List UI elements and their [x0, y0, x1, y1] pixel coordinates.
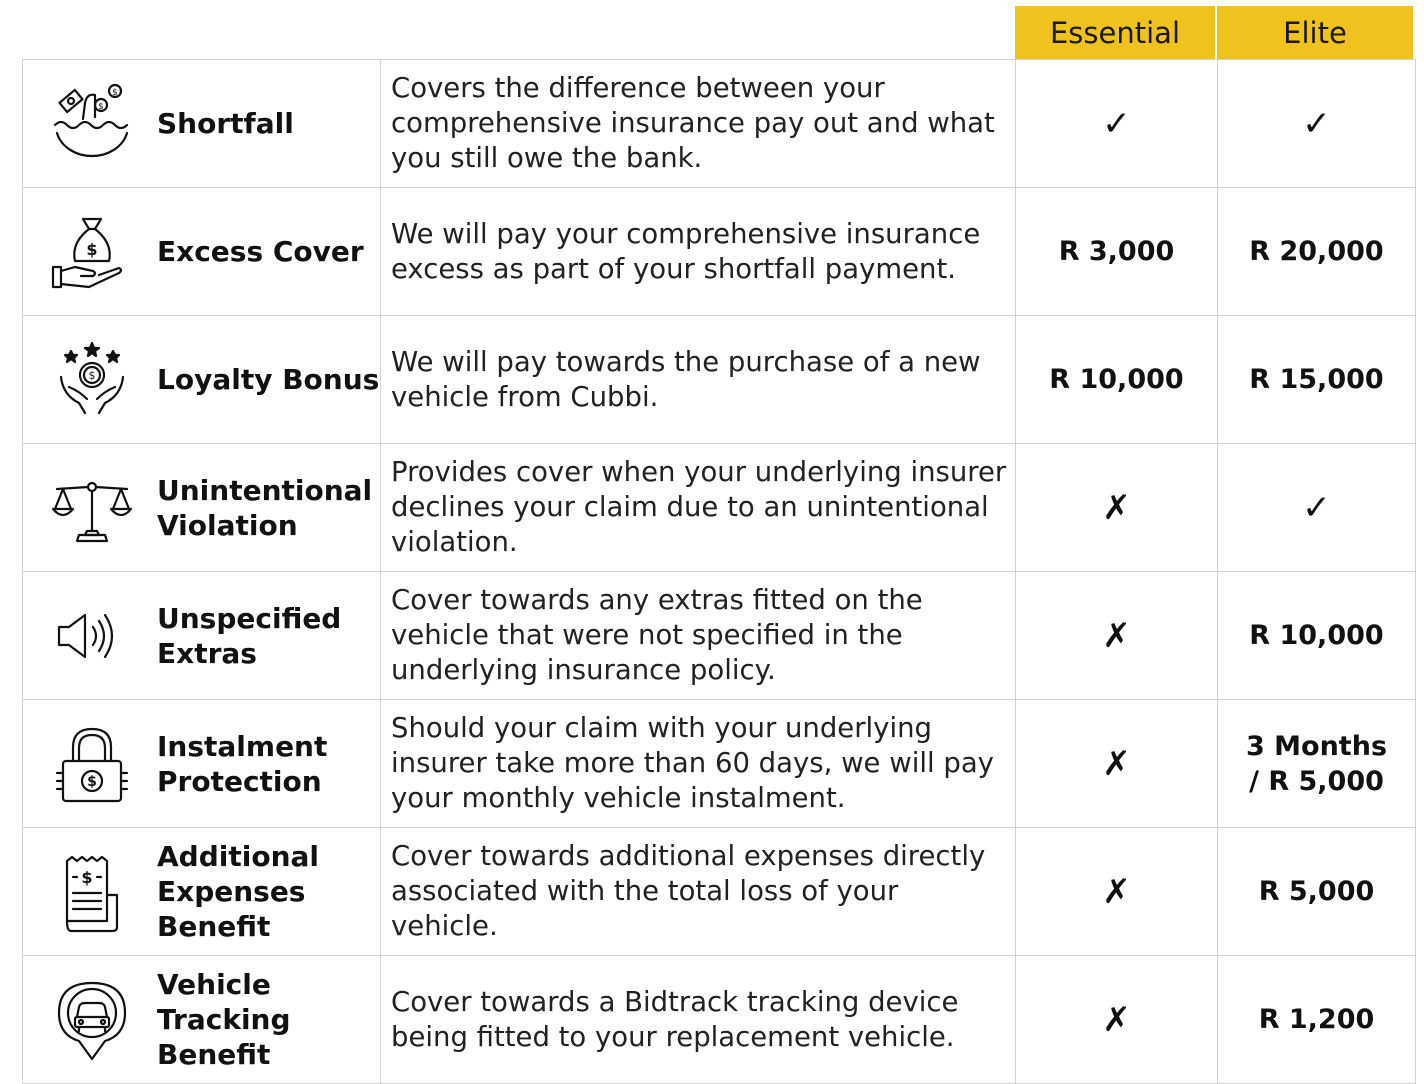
table-row: $ Additional Expenses Benefit Cover towa… — [22, 827, 1416, 956]
table-row: Unspecified Extras Cover towards any ext… — [22, 571, 1416, 700]
receipt-icon: $ — [49, 849, 135, 935]
hand-money-bag-icon: $ — [49, 209, 135, 295]
elite-value: R 5,000 — [1258, 876, 1375, 907]
feature-name: Loyalty Bonus — [157, 363, 380, 396]
elite-value: R 10,000 — [1249, 620, 1384, 651]
feature-name: Shortfall — [157, 107, 294, 140]
svg-text:$: $ — [86, 240, 97, 259]
feature-name: Instalment Protection — [157, 729, 328, 798]
svg-text:$: $ — [98, 102, 104, 112]
svg-text:$: $ — [112, 88, 118, 98]
feature-name: Unspecified Extras — [157, 601, 342, 670]
feature-description: Cover towards additional expenses direct… — [391, 840, 986, 942]
table-row: Vehicle Tracking Benefit Cover towards a… — [22, 955, 1416, 1084]
speaker-icon — [49, 593, 135, 679]
cross-icon: ✗ — [1102, 871, 1131, 912]
table-row: $ Excess Cover We will pay your comprehe… — [22, 187, 1416, 316]
feature-description: Provides cover when your underlying insu… — [391, 456, 1007, 558]
elite-value: R 20,000 — [1249, 236, 1384, 267]
cross-icon: ✗ — [1102, 743, 1131, 784]
svg-text:$: $ — [81, 868, 92, 887]
table-row: $ Instalment Protection Should your clai… — [22, 699, 1416, 828]
cross-icon: ✗ — [1102, 487, 1131, 528]
cross-icon: ✗ — [1102, 999, 1131, 1040]
check-icon: ✓ — [1302, 103, 1331, 144]
feature-name: Unintentional Violation — [157, 473, 373, 542]
cross-icon: ✗ — [1102, 615, 1131, 656]
elite-value: 3 Months / R 5,000 — [1245, 730, 1388, 797]
feature-name: Excess Cover — [157, 235, 364, 268]
table-row: $ $ Shortfall Covers the difference betw… — [22, 59, 1416, 188]
feature-name: Vehicle Tracking Benefit — [157, 968, 291, 1071]
plan-header-essential: Essential — [1015, 6, 1215, 59]
car-location-pin-icon — [49, 977, 135, 1063]
feature-description: Covers the difference between your compr… — [391, 72, 995, 174]
svg-text:$: $ — [87, 774, 97, 790]
table-row: Unintentional Violation Provides cover w… — [22, 443, 1416, 572]
feature-description: We will pay towards the purchase of a ne… — [391, 345, 981, 413]
scales-icon — [49, 465, 135, 551]
feature-description: We will pay your comprehensive insurance… — [391, 217, 981, 285]
plan-header-elite: Elite — [1217, 6, 1413, 59]
feature-description: Should your claim with your underlying i… — [391, 712, 994, 814]
essential-value: R 3,000 — [1058, 236, 1175, 267]
benefits-comparison-table: $ $ Shortfall Covers the difference betw… — [22, 59, 1416, 1084]
shortfall-money-icon: $ $ — [49, 81, 135, 167]
elite-value: R 1,200 — [1258, 1004, 1375, 1035]
table-row: $ Loyalty Bonus We will pay towards the … — [22, 315, 1416, 444]
feature-name: Additional Expenses Benefit — [157, 840, 319, 943]
essential-value: R 10,000 — [1049, 364, 1184, 395]
check-icon: ✓ — [1102, 103, 1131, 144]
svg-text:$: $ — [89, 369, 96, 382]
check-icon: ✓ — [1302, 487, 1331, 528]
elite-value: R 15,000 — [1249, 364, 1384, 395]
padlock-dollar-icon: $ — [49, 721, 135, 807]
feature-description: Cover towards any extras fitted on the v… — [391, 584, 923, 686]
feature-description: Cover towards a Bidtrack tracking device… — [391, 985, 959, 1053]
hands-coin-stars-icon: $ — [49, 337, 135, 423]
